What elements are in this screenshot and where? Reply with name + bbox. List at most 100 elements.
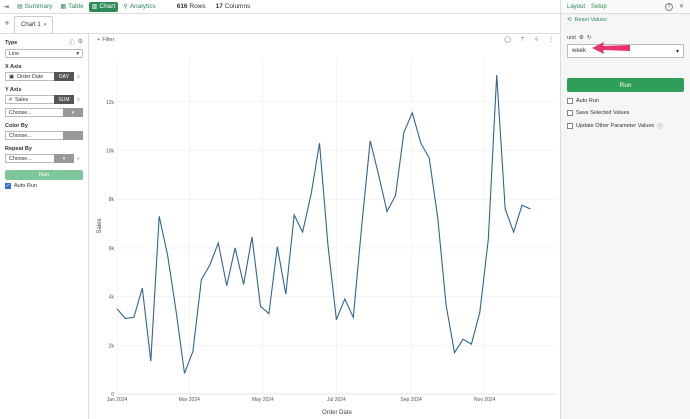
color-by-label: Color By bbox=[5, 123, 28, 129]
number-icon: # bbox=[9, 96, 12, 103]
x-tick-label: Jul 2024 bbox=[327, 397, 346, 403]
tab-summary-label: Summary bbox=[24, 3, 53, 10]
update-other-parameters-label: Update Other Parameter Values bbox=[576, 123, 655, 129]
summary-icon: ▤ bbox=[17, 4, 23, 10]
analytics-icon: ⚲ bbox=[123, 4, 128, 10]
y-tick-label: 6k bbox=[109, 246, 115, 252]
chart-area: + Filter ◯ ⇡ ⇩ ⋮ 0 2k 4k 6k 8k 10k 12k Jan 2024… bbox=[89, 34, 560, 419]
tab-analytics-label: Analytics bbox=[129, 3, 156, 10]
columns-label: Columns bbox=[224, 3, 251, 10]
chevron-down-icon[interactable]: ▾ bbox=[44, 22, 47, 28]
checkbox-unchecked-icon[interactable] bbox=[567, 110, 573, 116]
sales-series-line bbox=[116, 74, 531, 374]
setup-link[interactable]: Setup bbox=[591, 4, 607, 10]
info-icon[interactable]: ⓘ bbox=[657, 122, 663, 130]
tab-chart[interactable]: ▥ Chart bbox=[88, 1, 119, 12]
choose-placeholder: Choose... bbox=[9, 155, 32, 162]
layout-link[interactable]: Layout bbox=[567, 4, 585, 10]
columns-count: 17 bbox=[215, 3, 223, 10]
annotation-arrow bbox=[592, 42, 630, 54]
auto-run-label: Auto Run bbox=[14, 183, 37, 189]
run-button[interactable]: Run bbox=[5, 170, 83, 180]
auto-run-label: Auto Run bbox=[576, 98, 599, 104]
tab-table-label: Table bbox=[68, 3, 84, 10]
data-counts: 616 Rows 17 Columns bbox=[177, 3, 251, 10]
grid-lines bbox=[116, 58, 557, 395]
repeat-by-field[interactable]: Choose... bbox=[5, 154, 54, 163]
chevron-down-icon: ▾ bbox=[76, 50, 79, 57]
y-tick-labels: 02k4k6k8k10k12k bbox=[106, 100, 115, 398]
auto-run-checkbox[interactable]: Auto Run bbox=[567, 98, 684, 104]
x-tick-label: Mar 2024 bbox=[179, 397, 200, 403]
help-icon[interactable]: ? bbox=[664, 2, 673, 11]
y-axis-aggregation[interactable]: SUM bbox=[54, 95, 74, 104]
x-tick-label: Nov 2024 bbox=[474, 397, 496, 403]
menu-icon[interactable]: ≡ bbox=[77, 156, 83, 162]
repeat-by-label: Repeat By bbox=[5, 146, 32, 152]
tab-analytics[interactable]: ⚲ Analytics bbox=[120, 2, 158, 12]
checkbox-checked-icon[interactable]: ✓ bbox=[5, 183, 11, 189]
parameter-label: unit bbox=[567, 35, 576, 41]
choose-placeholder: Choose... bbox=[9, 132, 32, 139]
update-other-parameters-checkbox[interactable]: Update Other Parameter Values ⓘ bbox=[567, 122, 684, 130]
sheet-tab-label: Chart 1 bbox=[21, 22, 41, 28]
color-by-aggregation[interactable] bbox=[63, 131, 83, 140]
sheet-tab[interactable]: Chart 1 ▾ bbox=[14, 16, 54, 33]
auto-run-checkbox[interactable]: ✓ Auto Run bbox=[5, 183, 83, 189]
choose-placeholder: Choose... bbox=[9, 109, 32, 116]
tab-table[interactable]: ▦ Table bbox=[57, 2, 86, 12]
gear-icon[interactable]: ⚙ bbox=[579, 35, 584, 41]
add-sheet-icon[interactable]: + bbox=[0, 13, 14, 33]
y-axis-choose-aggregation[interactable]: ▾ bbox=[63, 108, 83, 117]
y-tick-label: 12k bbox=[106, 100, 115, 106]
line-chart: 02k4k6k8k10k12k Jan 2024 Mar 2024 May 2024… bbox=[97, 58, 557, 416]
close-icon[interactable]: ✕ bbox=[679, 3, 684, 10]
chart-config-panel: Type ⓘ ⚙ Line ▾ X Axis ▣ Order Date DAY ≡ Y… bbox=[0, 34, 89, 419]
y-tick-label: 2k bbox=[109, 343, 115, 349]
repeat-by-aggregation[interactable]: ▾ bbox=[54, 154, 74, 163]
run-button[interactable]: Run bbox=[567, 78, 684, 92]
y-tick-label: 4k bbox=[109, 295, 115, 301]
rows-label: Rows bbox=[189, 3, 206, 10]
checkbox-unchecked-icon[interactable] bbox=[567, 98, 573, 104]
reset-values-label: Reset Values bbox=[574, 17, 607, 23]
gear-icon[interactable]: ⚙ bbox=[78, 38, 83, 47]
x-axis-field[interactable]: ▣ Order Date bbox=[5, 72, 54, 81]
y-axis-choose-field[interactable]: Choose... bbox=[5, 108, 63, 117]
tab-summary[interactable]: ▤ Summary bbox=[14, 2, 55, 12]
calendar-icon: ▣ bbox=[9, 73, 15, 80]
x-axis-aggregation[interactable]: DAY bbox=[54, 72, 74, 81]
x-axis-field-name: Order Date bbox=[17, 73, 44, 80]
top-toolbar: ⇥ ▤ Summary ▦ Table ▥ Chart ⚲ Analytics 616 … bbox=[0, 0, 560, 14]
menu-icon[interactable]: ≡ bbox=[77, 74, 83, 80]
y-axis-label: Y Axis bbox=[5, 87, 22, 93]
checkbox-unchecked-icon[interactable] bbox=[567, 123, 573, 129]
arrow-shape bbox=[592, 42, 630, 54]
menu-icon[interactable]: ≡ bbox=[77, 97, 83, 103]
collapse-panel-icon[interactable]: ⇥ bbox=[0, 3, 12, 11]
y-axis-title: Sales bbox=[97, 218, 103, 233]
x-tick-label: May 2024 bbox=[252, 397, 274, 403]
reset-icon: ⟲ bbox=[567, 17, 572, 23]
y-axis-field-name: Sales bbox=[14, 96, 29, 103]
reset-values-button[interactable]: ⟲ Reset Values bbox=[567, 17, 684, 23]
help-icon[interactable]: ⓘ bbox=[69, 38, 75, 47]
x-tick-label: Sep 2024 bbox=[400, 397, 422, 403]
unit-select-value: week bbox=[572, 48, 587, 54]
y-tick-label: 8k bbox=[109, 197, 115, 203]
parameters-panel: Layout Setup ? ✕ ⟲ Reset Values unit ⚙ ↻ we… bbox=[560, 0, 690, 419]
chevron-down-icon: ▾ bbox=[675, 48, 679, 55]
rows-count: 616 bbox=[176, 3, 188, 10]
color-by-field[interactable]: Choose... bbox=[5, 131, 63, 140]
y-tick-label: 10k bbox=[106, 149, 115, 155]
tab-chart-label: Chart bbox=[99, 3, 116, 10]
table-icon: ▦ bbox=[60, 4, 67, 10]
sheet-tab-bar: + Chart 1 ▾ bbox=[0, 14, 560, 34]
chart-type-select[interactable]: Line ▾ bbox=[5, 49, 83, 58]
x-tick-label: Jan 2024 bbox=[107, 397, 128, 403]
save-selected-values-checkbox[interactable]: Save Selected Values bbox=[567, 110, 684, 116]
y-axis-field[interactable]: # Sales bbox=[5, 95, 54, 104]
x-tick-labels: Jan 2024 Mar 2024 May 2024 Jul 2024 Sep 2024… bbox=[107, 397, 496, 403]
chart-icon: ▥ bbox=[91, 4, 98, 10]
type-label: Type bbox=[5, 39, 18, 46]
